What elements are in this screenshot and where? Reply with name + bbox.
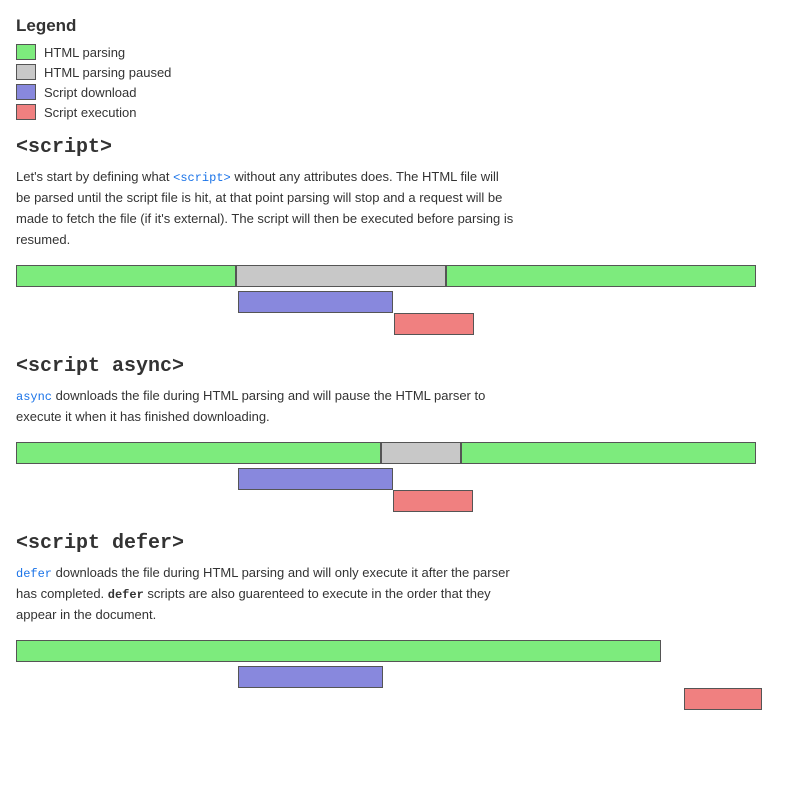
section-async-description: async downloads the file during HTML par…	[16, 386, 516, 428]
legend-section: Legend HTML parsing HTML parsing paused …	[16, 16, 771, 120]
legend-title: Legend	[16, 16, 771, 36]
bar-defer-html-parse	[16, 640, 661, 662]
bar-defer-script-download	[238, 666, 383, 688]
legend-item-script-download: Script download	[16, 84, 771, 100]
bar-async-script-execution	[393, 490, 473, 512]
legend-color-html-parsing	[16, 44, 36, 60]
section-script-defer: <script defer> defer downloads the file …	[16, 532, 771, 720]
section-defer-description: defer downloads the file during HTML par…	[16, 563, 516, 626]
legend-item-html-parsing: HTML parsing	[16, 44, 771, 60]
bar-async-script-download	[238, 468, 393, 490]
bar-defer-script-execution	[684, 688, 762, 710]
legend-label-script-execution: Script execution	[44, 105, 137, 120]
section-script-heading: <script>	[16, 136, 771, 159]
bar-script-download	[238, 291, 393, 313]
diagram-defer	[16, 640, 766, 720]
legend-label-script-download: Script download	[44, 85, 137, 100]
section-defer-heading: <script defer>	[16, 532, 771, 555]
bar-async-html-paused	[381, 442, 461, 464]
section-script: <script> Let's start by defining what <s…	[16, 136, 771, 335]
bar-html-paused	[236, 265, 446, 287]
legend-label-html-parsing: HTML parsing	[44, 45, 125, 60]
bar-html-parse-right	[446, 265, 756, 287]
legend-color-script-execution	[16, 104, 36, 120]
bar-html-parse-left	[16, 265, 236, 287]
bar-async-html-parse-right	[461, 442, 756, 464]
diagram-script	[16, 265, 766, 335]
legend-label-html-parsing-paused: HTML parsing paused	[44, 65, 171, 80]
bar-async-html-parse-left	[16, 442, 381, 464]
diagram-async	[16, 442, 766, 512]
legend-item-html-parsing-paused: HTML parsing paused	[16, 64, 771, 80]
legend-color-html-parsing-paused	[16, 64, 36, 80]
bar-script-execution	[394, 313, 474, 335]
section-script-async: <script async> async downloads the file …	[16, 355, 771, 512]
section-script-description: Let's start by defining what <script> wi…	[16, 167, 516, 251]
section-async-heading: <script async>	[16, 355, 771, 378]
legend-color-script-download	[16, 84, 36, 100]
legend-item-script-execution: Script execution	[16, 104, 771, 120]
